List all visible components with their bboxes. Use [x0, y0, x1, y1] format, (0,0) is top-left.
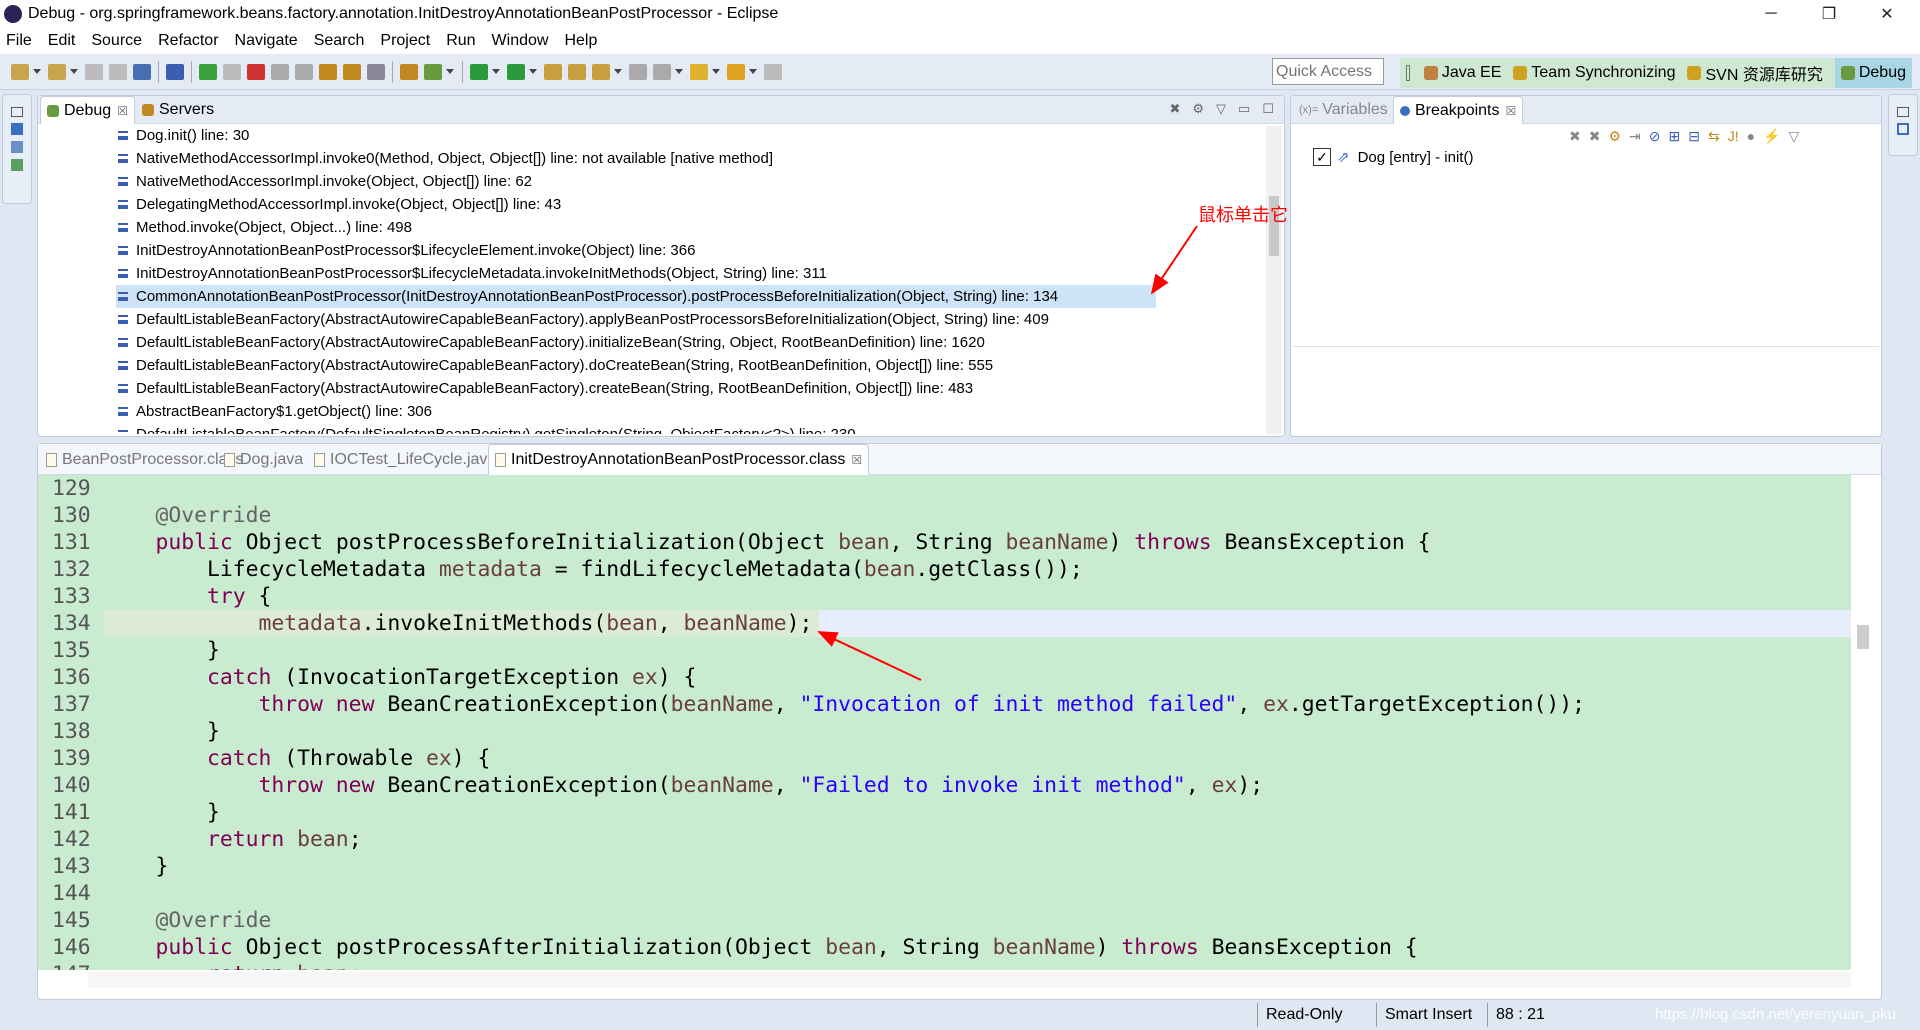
annotation-arrows — [817, 225, 1198, 681]
annotation-arrow-to-frame — [1150, 225, 1198, 295]
watermark: https://blog.csdn.net/yerenyuan_pku — [1655, 1006, 1896, 1023]
annotation-arrow-to-line — [817, 631, 922, 681]
status-insert-mode: Smart Insert — [1376, 1003, 1486, 1027]
status-cursor-position: 88 : 21 — [1487, 1003, 1587, 1027]
status-mode: Read-Only — [1257, 1003, 1377, 1027]
